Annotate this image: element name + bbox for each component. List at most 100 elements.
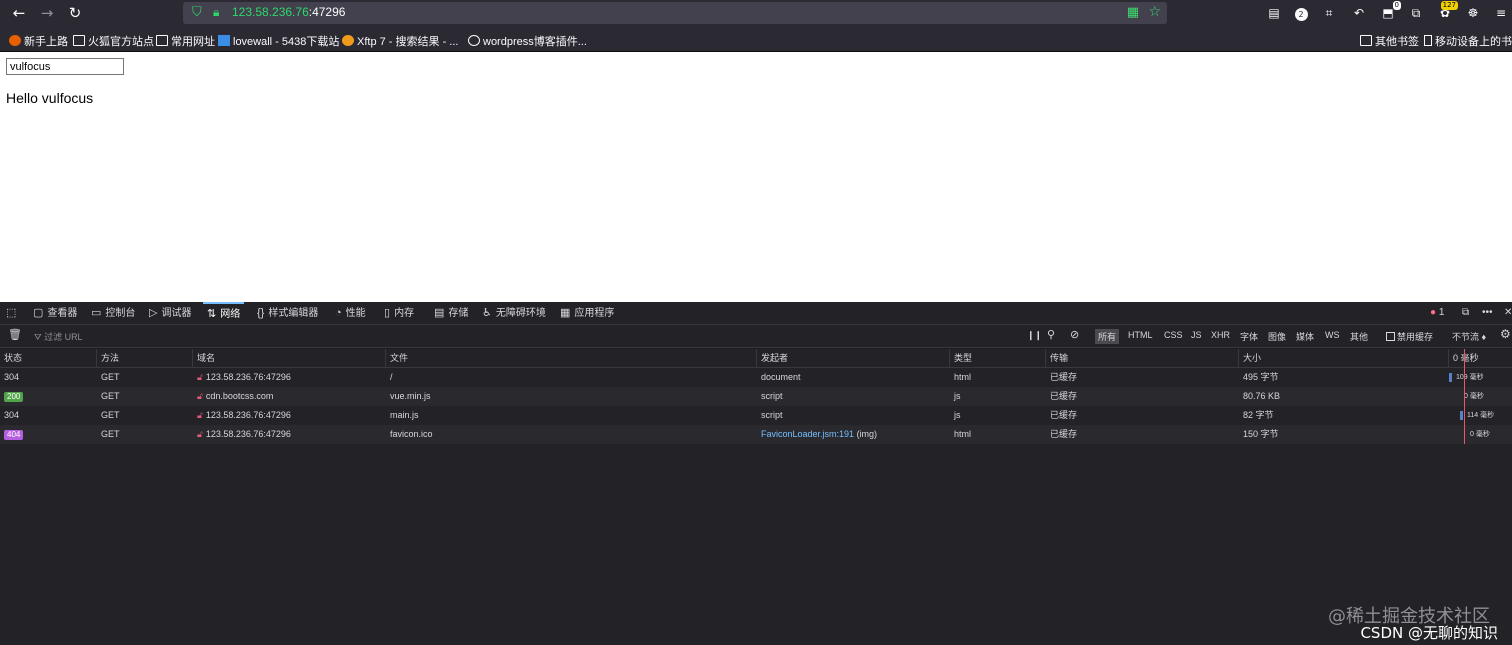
extension-icon[interactable]: ⬒ 0 — [1379, 1, 1401, 21]
extension2-icon[interactable]: ✿ 127 — [1436, 1, 1458, 21]
filter-ws[interactable]: WS — [1325, 330, 1340, 340]
type-cell: html — [954, 429, 972, 439]
initiator-cell[interactable]: FaviconLoader.jsm:191 (img) — [757, 425, 877, 444]
waterfall-bar — [1449, 373, 1452, 382]
performance-icon: ◔ — [335, 307, 342, 319]
filter-url-input[interactable]: ⛛ 过滤 URL — [34, 330, 83, 343]
reader-view-icon[interactable]: ▤ — [1265, 5, 1283, 21]
col-type[interactable]: 类型 — [950, 349, 1046, 368]
table-row[interactable]: 404 GET 🔓︎ 123.58.236.76:47296 favicon.ic… — [0, 425, 1512, 444]
filter-other[interactable]: 其他 — [1350, 330, 1368, 343]
element-picker-icon[interactable]: ⬚ — [6, 302, 20, 324]
tab-memory[interactable]: ▯ 内存 — [384, 302, 414, 324]
back-button[interactable]: ← — [8, 4, 30, 22]
transfer-cell: 已缓存 — [1050, 410, 1078, 420]
url-text[interactable]: 123.58.236.76:47296 — [232, 5, 345, 19]
method-cell: GET — [101, 429, 120, 439]
table-row[interactable]: 304 GET 🔓︎ 123.58.236.76:47296 / document… — [0, 368, 1512, 387]
col-size[interactable]: 大小 — [1239, 349, 1449, 368]
file-cell: vue.min.js — [390, 391, 431, 401]
tab-performance[interactable]: ◔ 性能 — [335, 302, 366, 324]
browser-toolbar: ← → ↻ ⛉ 🔒︎ 123.58.236.76:47296 ▦ ☆ ▤ 2 ⌗… — [0, 0, 1512, 27]
col-status[interactable]: 状态 — [0, 349, 97, 368]
application-icon: ▦ — [560, 307, 571, 319]
transfer-cell: 已缓存 — [1050, 429, 1078, 439]
text-input[interactable] — [6, 58, 124, 75]
network-icon: ⇅ — [207, 308, 217, 320]
more-options-icon[interactable]: ••• — [1482, 302, 1493, 324]
lock-icon[interactable]: 🔒︎ — [213, 5, 219, 20]
col-file[interactable]: 文件 — [386, 349, 757, 368]
filter-html[interactable]: HTML — [1128, 330, 1153, 340]
time-cell: 114 毫秒 — [1467, 412, 1495, 419]
dock-icon[interactable]: ⧉ — [1462, 302, 1469, 324]
filter-images[interactable]: 图像 — [1268, 330, 1286, 343]
filter-css[interactable]: CSS — [1164, 330, 1183, 340]
col-method[interactable]: 方法 — [97, 349, 193, 368]
throttle-select[interactable]: 不节流 ♦ — [1452, 330, 1486, 343]
notification-icon[interactable]: 2 — [1292, 5, 1310, 21]
menu-icon[interactable]: ≡ — [1492, 5, 1510, 21]
block-icon[interactable]: ⊘ — [1070, 328, 1079, 341]
tab-debugger[interactable]: ▷ 调试器 — [149, 302, 191, 324]
shield-icon[interactable]: ⛉ — [192, 5, 202, 20]
account-icon[interactable]: ☸ — [1464, 5, 1482, 21]
domain-cell: 🔓︎ 123.58.236.76:47296 — [197, 429, 291, 439]
bookmark-item[interactable]: Xftp 7 - 搜索结果 - ... — [342, 33, 458, 49]
bookmark-item[interactable]: 常用网址 — [156, 33, 215, 49]
initiator-cell: script — [761, 391, 783, 401]
tab-style-editor[interactable]: {} 样式编辑器 — [257, 302, 318, 324]
url-bar[interactable]: ⛉ 🔒︎ 123.58.236.76:47296 ▦ ☆ — [183, 2, 1167, 24]
reload-button[interactable]: ↻ — [64, 4, 86, 22]
network-empty-area — [0, 444, 1512, 645]
screenshot-icon[interactable]: ⧉ — [1407, 5, 1425, 21]
bookmark-star-icon[interactable]: ☆ — [1148, 4, 1161, 20]
settings-gear-icon[interactable]: ⚙ — [1500, 327, 1511, 341]
col-initiator[interactable]: 发起者 — [757, 349, 950, 368]
crop-icon[interactable]: ⌗ — [1320, 5, 1338, 21]
mobile-bookmarks[interactable]: 移动设备上的书签 — [1424, 33, 1512, 49]
size-cell: 82 字节 — [1243, 410, 1274, 420]
page-content: Hello vulfocus — [0, 52, 1512, 302]
col-timeline[interactable]: 0 毫秒 — [1449, 349, 1512, 368]
domain-cell: 🔓︎ 123.58.236.76:47296 — [197, 372, 291, 382]
col-transferred[interactable]: 传输 — [1046, 349, 1239, 368]
tab-application[interactable]: ▦ 应用程序 — [560, 302, 614, 324]
qr-code-icon[interactable]: ▦ — [1127, 5, 1139, 20]
filter-media[interactable]: 媒体 — [1296, 330, 1314, 343]
folder-icon — [156, 35, 168, 46]
tab-console[interactable]: ▭ 控制台 — [91, 302, 135, 324]
pause-icon[interactable]: ❙❙ — [1027, 330, 1042, 341]
tab-network[interactable]: ⇅ 网络 — [203, 302, 245, 324]
method-cell: GET — [101, 391, 120, 401]
error-indicator[interactable]: ● 1 — [1430, 302, 1444, 324]
table-row[interactable]: 304 GET 🔓︎ 123.58.236.76:47296 main.js sc… — [0, 406, 1512, 425]
tab-storage[interactable]: ▤ 存储 — [434, 302, 468, 324]
trash-icon[interactable]: 🗑︎ — [8, 328, 22, 341]
filter-all[interactable]: 所有 — [1095, 329, 1120, 344]
table-row[interactable]: 200 GET 🔓︎ cdn.bootcss.com vue.min.js scr… — [0, 387, 1512, 406]
tab-inspector[interactable]: ▢ 查看器 — [33, 302, 77, 324]
filter-xhr[interactable]: XHR — [1211, 330, 1230, 340]
forward-button[interactable]: → — [36, 4, 58, 22]
close-devtools-icon[interactable]: ✕ — [1504, 302, 1512, 324]
network-filter-bar: 🗑︎ ⛛ 过滤 URL ❙❙ ⚲ ⊘ 所有 HTML CSS JS XHR 字体… — [0, 325, 1512, 348]
undo-icon[interactable]: ↶ — [1350, 5, 1368, 21]
filter-js[interactable]: JS — [1191, 330, 1202, 340]
bookmark-item[interactable]: lovewall - 5438下载站 — [218, 33, 339, 49]
disable-cache-checkbox[interactable]: 禁用缓存 — [1386, 330, 1433, 343]
bookmark-item[interactable]: wordpress博客插件... — [468, 33, 587, 49]
filter-fonts[interactable]: 字体 — [1240, 330, 1258, 343]
file-cell: / — [390, 372, 393, 382]
other-bookmarks[interactable]: 其他书签 — [1360, 33, 1419, 49]
insecure-lock-icon: 🔓︎ — [197, 429, 203, 439]
type-cell: html — [954, 372, 972, 382]
search-icon[interactable]: ⚲ — [1047, 328, 1055, 341]
col-domain[interactable]: 域名 — [193, 349, 386, 368]
transfer-cell: 已缓存 — [1050, 372, 1078, 382]
bookmark-item[interactable]: 新手上路 — [9, 33, 68, 49]
tab-accessibility[interactable]: ♿︎ 无障碍环境 — [482, 302, 546, 324]
time-cell: 0 毫秒 — [1470, 431, 1490, 438]
bookmark-item[interactable]: 火狐官方站点 — [73, 33, 154, 49]
style-editor-icon: {} — [257, 307, 265, 319]
